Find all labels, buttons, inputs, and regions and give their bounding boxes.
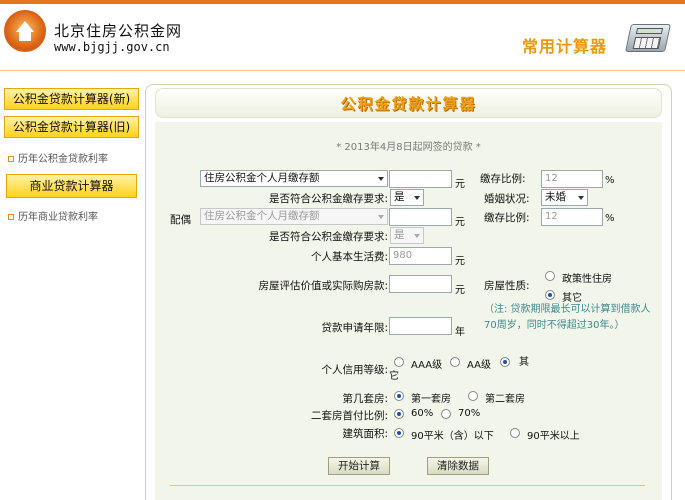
credit-other-label: 其它 (389, 357, 529, 382)
calculator-heading: 常用计算器 (522, 37, 608, 56)
area-small-label: 90平米（含）以下 (411, 431, 494, 442)
spouse-meets-req-select[interactable]: 是 (390, 227, 424, 244)
bullet-icon (8, 156, 14, 162)
down-70-radio[interactable] (441, 409, 451, 419)
spouse-deposit-type-select[interactable]: 住房公积金个人月缴存额 (200, 208, 388, 225)
marital-label: 婚姻状况: (484, 193, 530, 205)
area-large-label: 90平米以上 (527, 431, 580, 442)
living-cost-unit: 元 (455, 256, 465, 267)
living-cost-input[interactable]: 980 (389, 247, 452, 265)
deposit-type-select[interactable]: 住房公积金个人月缴存额 (200, 170, 388, 187)
deposit-unit: 元 (455, 179, 465, 190)
house-second-label: 第二套房 (485, 394, 525, 405)
spouse-percent-unit: % (605, 213, 615, 224)
spouse-ratio-input[interactable]: 12 (541, 208, 603, 226)
chevron-down-icon (414, 234, 420, 238)
spouse-ratio-label: 缴存比例: (484, 212, 530, 224)
price-input[interactable] (389, 275, 452, 293)
chevron-down-icon (414, 196, 420, 200)
living-cost-label: 个人基本生活费: (310, 251, 388, 263)
site-url: www.bjgjj.gov.cn (54, 40, 170, 54)
percent-unit: % (605, 175, 615, 186)
down-60-radio[interactable] (394, 409, 404, 419)
bullet-icon (8, 214, 14, 220)
years-unit: 年 (455, 327, 465, 338)
property-policy-radio[interactable] (545, 271, 555, 281)
deposit-ratio-input[interactable]: 12 (541, 170, 603, 188)
sidebar-item-gjj-rates[interactable]: 历年公积金贷款利率 (8, 150, 108, 165)
form-bottom-divider (170, 485, 645, 486)
property-label: 房屋性质: (484, 280, 530, 292)
chevron-down-icon (378, 177, 384, 181)
years-input[interactable] (389, 317, 452, 335)
panel-title: 公积金贷款计算器 (340, 95, 477, 113)
policy-note: * 2013年4月8日起网签的贷款 * (336, 142, 481, 153)
sidebar-item-commercial-rates[interactable]: 历年商业贷款利率 (8, 208, 98, 223)
sidebar-item-label: 历年公积金贷款利率 (18, 154, 108, 165)
house-num-label: 第几套房: (342, 393, 388, 405)
sidebar-item-gjj-calc-old[interactable]: 公积金贷款计算器(旧) (4, 116, 139, 138)
credit-label: 个人信用等级: (321, 364, 388, 376)
header-divider (0, 70, 685, 71)
house-first-radio[interactable] (394, 391, 404, 401)
property-policy-label: 政策性住房 (562, 274, 612, 285)
down-60-label: 60% (411, 408, 434, 419)
deposit-ratio-label: 缴存比例: (480, 173, 526, 185)
calculate-button[interactable]: 开始计算 (328, 457, 390, 475)
price-label: 房屋评估价值或实际购房款: (258, 280, 388, 292)
chevron-down-icon (378, 215, 384, 219)
spouse-deposit-unit: 元 (455, 217, 465, 228)
price-unit: 元 (455, 285, 465, 296)
area-label: 建筑面积: (342, 428, 388, 440)
area-small-radio[interactable] (394, 428, 404, 438)
calculator-icon (625, 24, 671, 52)
logo-icon[interactable] (4, 10, 46, 52)
spouse-meets-req-label: 是否符合公积金缴存要求: (268, 231, 388, 243)
meets-req-select[interactable]: 是 (390, 189, 424, 206)
clear-button[interactable]: 清除数据 (427, 457, 489, 475)
sidebar-item-gjj-calc-new[interactable]: 公积金贷款计算器(新) (4, 88, 139, 110)
sidebar-item-label: 历年商业贷款利率 (18, 212, 98, 223)
years-label: 贷款申请年限: (321, 322, 388, 334)
down-70-label: 70% (458, 408, 481, 419)
area-large-radio[interactable] (510, 428, 520, 438)
house-first-label: 第一套房 (411, 394, 451, 405)
house-second-radio[interactable] (468, 391, 478, 401)
property-other-radio[interactable] (545, 290, 555, 300)
meets-req-label: 是否符合公积金缴存要求: (268, 193, 388, 205)
site-title: 北京住房公积金网 (54, 22, 183, 40)
chevron-down-icon (578, 196, 584, 200)
sidebar-item-commercial-calc[interactable]: 商业贷款计算器 (6, 174, 137, 198)
down-payment-label: 二套房首付比例: (310, 410, 388, 422)
spouse-label: 配偶 (170, 214, 191, 226)
spouse-deposit-amount-input[interactable] (389, 208, 452, 226)
deposit-amount-input[interactable] (389, 170, 452, 188)
marital-select[interactable]: 未婚 (541, 189, 588, 206)
loan-term-hint: （注: 贷款期限最长可以计算到借款人70周岁，同时不得超过30年。） (484, 304, 651, 331)
